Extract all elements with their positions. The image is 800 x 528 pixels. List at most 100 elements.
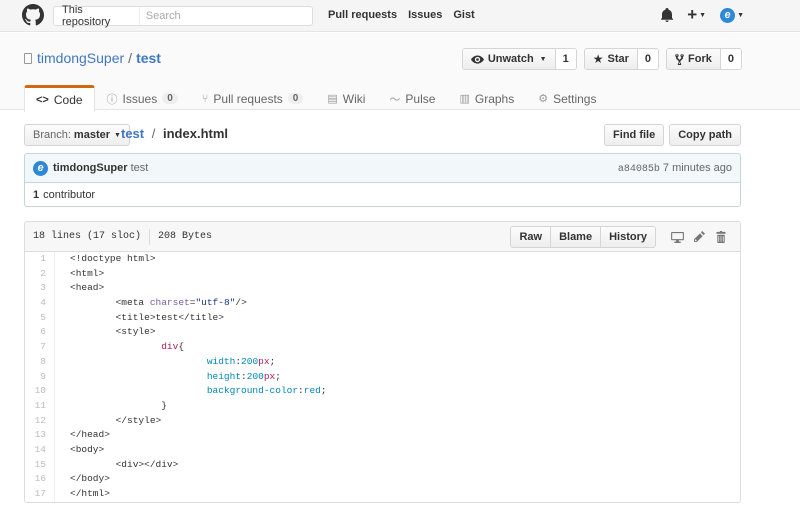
- branch-name: master: [73, 129, 110, 141]
- line-number[interactable]: 10: [25, 384, 55, 399]
- commit-author-link[interactable]: timdongSuper: [53, 162, 128, 174]
- line-content: </head>: [70, 429, 110, 441]
- edit-button[interactable]: [688, 226, 710, 248]
- tab-settings[interactable]: ⚙ Settings: [526, 85, 608, 111]
- code-line: 14 <body>: [25, 442, 740, 458]
- line-number[interactable]: 1: [25, 252, 55, 267]
- unwatch-button[interactable]: Unwatch ▼: [462, 49, 555, 69]
- code-listing: 1 <!doctype html> 2 <html> 3 <head> 4 <meta…: [25, 252, 740, 502]
- line-number[interactable]: 16: [25, 472, 55, 487]
- bell-icon[interactable]: [661, 8, 674, 22]
- breadcrumb-separator: /: [151, 126, 156, 141]
- repo-actions: Unwatch ▼ 1 ★ Star 0 Fork 0: [461, 48, 742, 70]
- line-number[interactable]: 17: [25, 487, 55, 502]
- code-line: 13 </head>: [25, 428, 740, 443]
- code-line: 4 <meta charset="utf-8"/>: [25, 296, 740, 311]
- nav-pull-requests[interactable]: Pull requests: [328, 9, 397, 21]
- commit-tease: e timdongSuper test a84085b 7 minutes ag…: [24, 153, 741, 183]
- unwatch-label: Unwatch: [487, 53, 534, 65]
- watchers-count[interactable]: 1: [554, 49, 576, 69]
- code-line: 5 <title>test</title>: [25, 310, 740, 326]
- star-group: ★ Star 0: [583, 48, 660, 70]
- tab-code[interactable]: <> Code: [24, 85, 95, 112]
- branch-select-button[interactable]: Branch: master ▼: [24, 124, 130, 146]
- contributors-bar[interactable]: 1 contributor: [24, 183, 741, 207]
- repo-title: timdongSuper / test: [24, 50, 161, 66]
- author-avatar[interactable]: e: [33, 160, 48, 176]
- fork-button[interactable]: Fork: [667, 49, 720, 69]
- line-content: }: [70, 399, 167, 411]
- tab-pulse[interactable]: 〜 Pulse: [377, 85, 447, 111]
- line-number[interactable]: 5: [25, 310, 55, 326]
- line-content: <body>: [70, 443, 105, 455]
- plus-icon: +: [687, 5, 698, 24]
- line-content: <head>: [70, 282, 105, 294]
- code-line: 2 <html>: [25, 266, 740, 282]
- line-number[interactable]: 6: [25, 325, 55, 341]
- pr-count-badge: 0: [287, 93, 304, 104]
- breadcrumb: test / index.html: [121, 126, 228, 141]
- line-number[interactable]: 2: [25, 266, 55, 282]
- line-number[interactable]: 3: [25, 281, 55, 297]
- line-number[interactable]: 12: [25, 413, 55, 429]
- pencil-icon: [693, 231, 705, 243]
- line-number[interactable]: 11: [25, 398, 55, 414]
- line-content: <div></div>: [70, 458, 179, 470]
- line-number[interactable]: 4: [25, 296, 55, 311]
- stars-count[interactable]: 0: [636, 49, 659, 69]
- repo-icon: [24, 52, 32, 64]
- repo-owner-link[interactable]: timdongSuper: [37, 50, 124, 66]
- repo-tabs: <> Code ⓘ Issues 0 ⑂ Pull requests 0 ▤ W…: [24, 85, 608, 112]
- code-line: 10 background-color:red;: [25, 384, 740, 399]
- code-line: 15 <div></div>: [25, 457, 740, 473]
- line-number[interactable]: 8: [25, 354, 55, 370]
- repo-name-link[interactable]: test: [136, 50, 161, 66]
- code-line: 9 height:200px;: [25, 369, 740, 385]
- line-number[interactable]: 15: [25, 457, 55, 473]
- create-new-button[interactable]: + ▼: [687, 5, 707, 24]
- contributors-label: contributor: [43, 188, 96, 201]
- chevron-down-icon: ▼: [699, 11, 707, 19]
- tab-label: Graphs: [474, 91, 515, 106]
- raw-button[interactable]: Raw: [511, 227, 551, 247]
- octocat-logo-icon[interactable]: [22, 4, 44, 26]
- gear-icon: ⚙: [538, 93, 549, 105]
- history-button[interactable]: History: [600, 227, 655, 247]
- tab-issues[interactable]: ⓘ Issues 0: [95, 85, 190, 111]
- path-separator: /: [128, 50, 133, 66]
- tab-graphs[interactable]: ▥ Graphs: [447, 85, 526, 111]
- copy-path-button[interactable]: Copy path: [669, 124, 741, 146]
- forks-count[interactable]: 0: [719, 49, 741, 69]
- tab-wiki[interactable]: ▤ Wiki: [315, 85, 377, 111]
- code-line: 8 width:200px;: [25, 354, 740, 370]
- delete-button[interactable]: [710, 226, 732, 248]
- tab-label: Issues: [122, 91, 158, 106]
- tab-label: Settings: [553, 91, 597, 106]
- book-icon: ▤: [327, 93, 338, 105]
- breadcrumb-repo-link[interactable]: test: [121, 126, 144, 141]
- nav-issues[interactable]: Issues: [408, 9, 442, 21]
- code-line: 16 </body>: [25, 472, 740, 487]
- line-number[interactable]: 14: [25, 442, 55, 458]
- star-button[interactable]: ★ Star: [584, 49, 637, 69]
- line-content: <meta charset="utf-8"/>: [70, 297, 247, 309]
- desktop-icon: [670, 231, 684, 243]
- user-menu-button[interactable]: e ▼: [720, 7, 744, 23]
- chevron-down-icon: ▼: [737, 11, 744, 19]
- search-input[interactable]: [139, 10, 312, 22]
- line-number[interactable]: 9: [25, 369, 55, 385]
- tab-pull-requests[interactable]: ⑂ Pull requests 0: [190, 85, 316, 111]
- file-nav-actions: Find file Copy path: [604, 124, 741, 146]
- find-file-button[interactable]: Find file: [604, 124, 665, 146]
- watch-group: Unwatch ▼ 1: [461, 48, 577, 70]
- file-size: 208 Bytes: [158, 231, 213, 242]
- open-desktop-button[interactable]: [666, 226, 688, 248]
- blame-button[interactable]: Blame: [550, 227, 601, 247]
- line-number[interactable]: 13: [25, 428, 55, 443]
- pr-icon: ⑂: [201, 92, 209, 105]
- nav-gist[interactable]: Gist: [453, 9, 474, 21]
- commit-message-link[interactable]: test: [131, 162, 149, 174]
- commit-sha-link[interactable]: a84085b: [618, 164, 660, 175]
- top-nav: Pull requests Issues Gist: [328, 9, 475, 21]
- line-number[interactable]: 7: [25, 340, 55, 355]
